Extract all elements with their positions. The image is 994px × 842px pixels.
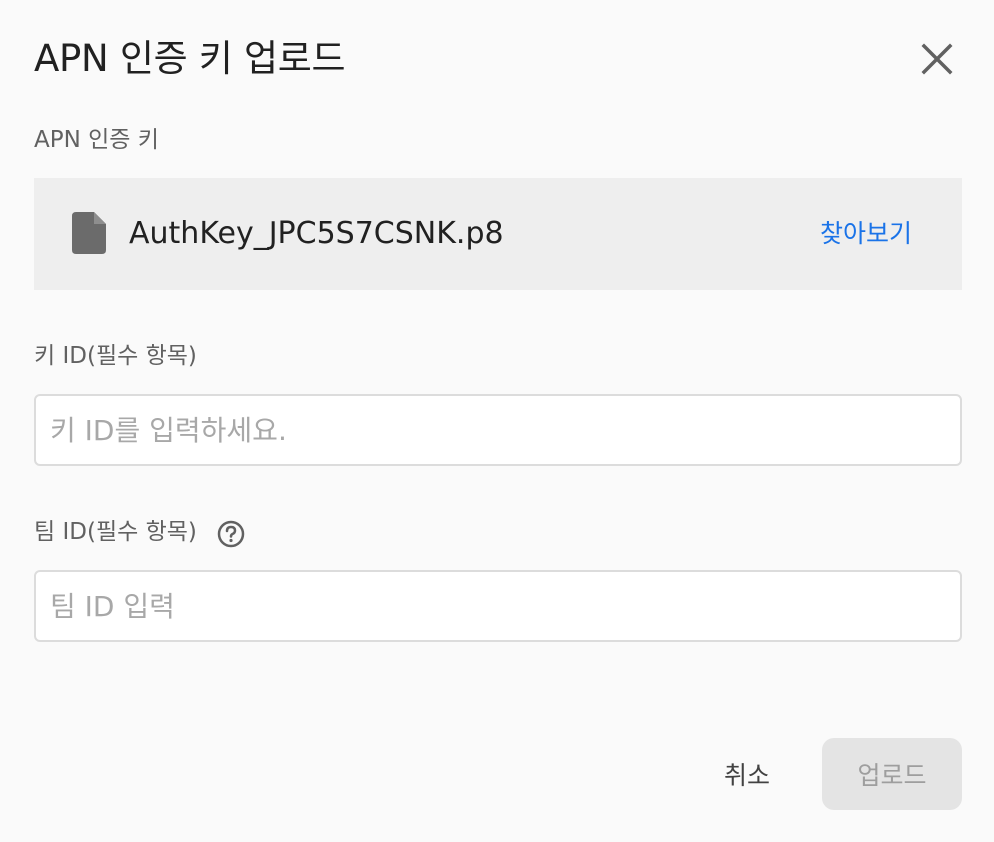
key-id-label: 키 ID(필수 항목) (34, 343, 197, 369)
help-icon[interactable] (217, 520, 245, 548)
auth-key-label: APN 인증 키 (34, 127, 159, 153)
file-name: AuthKey_JPC5S7CSNK.p8 (129, 216, 504, 251)
browse-link[interactable]: 찾아보기 (820, 217, 912, 251)
team-id-field (34, 570, 962, 642)
key-id-input[interactable] (36, 396, 960, 464)
key-id-field (34, 394, 962, 466)
team-id-label: 팀 ID(필수 항목) (34, 519, 197, 545)
close-button[interactable] (912, 34, 962, 84)
file-icon (72, 212, 106, 254)
upload-button[interactable]: 업로드 (822, 738, 962, 810)
close-icon (921, 43, 953, 75)
upload-apn-key-dialog: APN 인증 키 업로드 APN 인증 키 AuthKey_JPC5S7CSNK… (0, 0, 994, 842)
team-id-input[interactable] (36, 572, 960, 640)
cancel-button[interactable]: 취소 (704, 740, 790, 808)
dialog-title: APN 인증 키 업로드 (34, 37, 346, 80)
auth-key-file-box: AuthKey_JPC5S7CSNK.p8 찾아보기 (34, 178, 962, 290)
